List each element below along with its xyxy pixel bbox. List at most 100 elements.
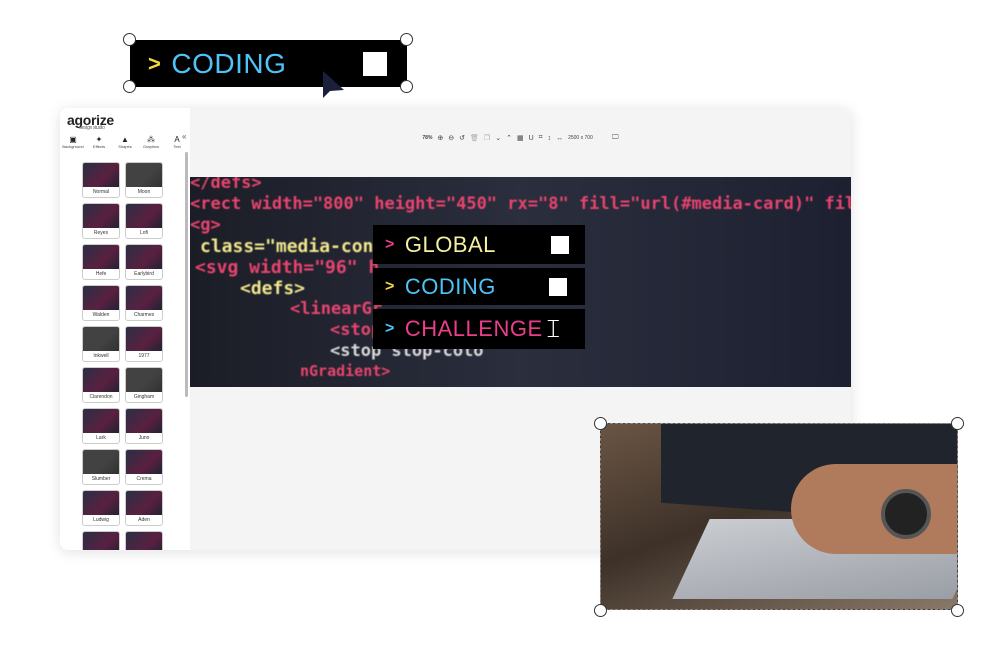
chevron-right-icon: >: [385, 277, 395, 295]
code-line: <linearGr: [290, 299, 383, 319]
tool-effects[interactable]: ✦ Effects: [88, 135, 110, 149]
sidebar: agorize design studio ▣ Background ✦ Effect…: [60, 108, 190, 550]
resize-handle[interactable]: [594, 417, 607, 430]
code-line: <g>: [190, 215, 221, 235]
filter-preview: [83, 327, 119, 351]
filter-preview: [126, 163, 162, 187]
filter-walden[interactable]: Walden: [82, 285, 120, 321]
filter-ludwig[interactable]: Ludwig: [82, 490, 120, 526]
filter-preview: [126, 245, 162, 269]
filter-preview: [126, 204, 162, 228]
square-icon: [551, 235, 569, 254]
filter-label: Lark: [96, 435, 106, 441]
filter-1977[interactable]: 1977: [125, 326, 163, 362]
filter-label: Hefe: [95, 271, 107, 277]
filter-moon[interactable]: Moon: [125, 162, 163, 198]
code-line: nGradient>: [300, 362, 391, 380]
trash-icon[interactable]: 🗑: [470, 134, 479, 142]
filter-gingham[interactable]: Gingham: [125, 367, 163, 403]
crop-icon[interactable]: ⌗: [539, 134, 543, 142]
resize-handle[interactable]: [123, 80, 136, 93]
filter-item[interactable]: [125, 531, 163, 550]
floating-coding-tag[interactable]: > CODING: [130, 40, 407, 87]
filter-aden[interactable]: Aden: [125, 490, 163, 526]
grid-icon[interactable]: ▦: [517, 134, 524, 142]
filter-preview: [83, 286, 119, 310]
filter-crema[interactable]: Crema: [125, 449, 163, 485]
chevron-right-icon: >: [385, 320, 395, 337]
resize-handle[interactable]: [951, 417, 964, 430]
code-line: <defs>: [240, 278, 306, 299]
filter-preview: [83, 204, 119, 228]
filter-preview: [126, 532, 162, 550]
send-back-icon[interactable]: ⌄: [495, 134, 501, 142]
tool-background[interactable]: ▣ Background: [62, 135, 84, 149]
filter-preview: [83, 368, 119, 392]
filter-label: Reyes: [93, 230, 109, 236]
filter-label: Gingham: [133, 394, 155, 400]
filter-preview: [83, 532, 119, 550]
wand-icon: ✦: [95, 135, 103, 144]
filter-lark[interactable]: Lark: [82, 408, 120, 444]
tag-label: CHALLENGE: [404, 316, 543, 341]
resize-handle[interactable]: [594, 604, 607, 617]
filter-preview: [83, 409, 119, 433]
resize-handle[interactable]: [951, 604, 964, 617]
filter-preview: [83, 163, 119, 187]
filter-label: Moon: [137, 189, 151, 195]
design-canvas[interactable]: nGradient> <stop stop-colo <stop <linearGr <…: [190, 177, 851, 387]
filter-slumber[interactable]: Slumber: [82, 449, 120, 485]
duplicate-icon[interactable]: ❐: [484, 134, 490, 142]
filter-normal[interactable]: Normal: [82, 162, 120, 198]
resize-handle[interactable]: [123, 33, 136, 46]
watch: [881, 489, 931, 539]
chevron-right-icon: >: [385, 235, 395, 253]
filter-lofi[interactable]: Lofi: [125, 203, 163, 239]
filter-label: Lofi: [139, 230, 149, 236]
filter-label: Earlybird: [134, 271, 154, 277]
hand: [791, 464, 957, 554]
width-icon[interactable]: ↔: [556, 135, 563, 142]
preview-monitor-icon[interactable]: 🖵: [612, 134, 619, 142]
zoom-in-icon[interactable]: ⊕: [437, 134, 443, 142]
zoom-out-icon[interactable]: ⊖: [448, 134, 454, 142]
filter-charmes[interactable]: Charmes: [125, 285, 163, 321]
code-line: class="media-con: [200, 236, 374, 257]
shapes-icon: ▲: [121, 135, 129, 144]
filter-preview: [126, 286, 162, 310]
filter-hefe[interactable]: Hefe: [82, 244, 120, 280]
tool-shapes[interactable]: ▲ Shapes: [114, 135, 136, 149]
graphics-icon: ⁂: [147, 135, 155, 144]
canvas-size: 2500 x 700: [568, 135, 593, 141]
tag-coding[interactable]: > CODING: [373, 268, 585, 305]
tag-global[interactable]: > GLOBAL: [373, 225, 585, 264]
filter-juno[interactable]: Juno: [125, 408, 163, 444]
filter-clarendon[interactable]: Clarendon: [82, 367, 120, 403]
laptop-photo[interactable]: [600, 423, 958, 610]
filter-grid: Normal Moon Reyes Lofi Hefe Earlybird Walden Ch…: [82, 162, 163, 550]
filter-preview: [126, 368, 162, 392]
filter-preview: [126, 450, 162, 474]
filter-earlybird[interactable]: Earlybird: [125, 244, 163, 280]
collapse-sidebar-icon[interactable]: «: [182, 132, 186, 141]
tool-graphics[interactable]: ⁂ Graphics: [140, 135, 162, 149]
chevron-right-icon: >: [148, 50, 162, 76]
filter-label: Aden: [138, 517, 150, 523]
resize-handle[interactable]: [400, 33, 413, 46]
filter-item[interactable]: [82, 531, 120, 550]
toolbar: 78% ⊕ ⊖ ↺ 🗑 ❐ ⌄ ⌃ ▦ U ⌗ ↕ ↔ 2500 x 700 🖵: [190, 130, 851, 146]
undo-icon[interactable]: ↺: [459, 134, 465, 142]
filter-inkwell[interactable]: Inkwell: [82, 326, 120, 362]
filter-reyes[interactable]: Reyes: [82, 203, 120, 239]
filter-label: Ludwig: [93, 517, 109, 523]
magnet-icon[interactable]: U: [529, 135, 534, 142]
filter-label: Crema: [136, 476, 152, 482]
code-line: <rect width="800" height="450" rx="8" fi…: [190, 194, 851, 214]
filter-preview: [126, 327, 162, 351]
tag-challenge[interactable]: > CHALLENGE 𝙸: [373, 309, 585, 349]
bring-front-icon[interactable]: ⌃: [506, 134, 512, 142]
filter-label: Juno: [138, 435, 150, 441]
resize-handle[interactable]: [400, 80, 413, 93]
height-icon[interactable]: ↕: [548, 135, 552, 142]
scrollbar[interactable]: [185, 152, 188, 397]
